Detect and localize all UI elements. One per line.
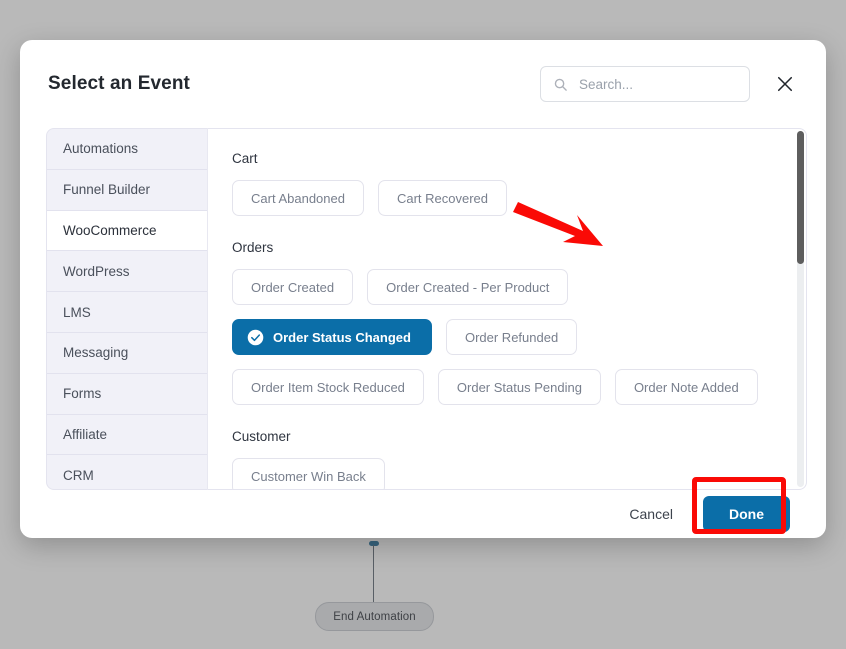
event-chip-order-created-per-product[interactable]: Order Created - Per Product xyxy=(367,269,569,305)
event-chip-label: Order Created xyxy=(251,279,335,295)
event-chip-label: Order Item Stock Reduced xyxy=(251,379,405,395)
event-chip-customer-win-back[interactable]: Customer Win Back xyxy=(232,458,385,489)
event-chip-order-item-stock-reduced[interactable]: Order Item Stock Reduced xyxy=(232,369,424,405)
event-chip-order-created[interactable]: Order Created xyxy=(232,269,354,305)
events-scroll-area: Cart Cart Abandoned Cart Recovered Orders Or… xyxy=(208,129,806,489)
event-chip-order-refunded[interactable]: Order Refunded xyxy=(445,319,578,355)
sidebar-item-funnel-builder[interactable]: Funnel Builder xyxy=(47,170,207,211)
select-event-modal: Select an Event Automations Funnel Builde… xyxy=(20,40,826,538)
event-chip-label: Order Status Pending xyxy=(456,379,582,395)
group-title: Cart xyxy=(232,151,258,166)
sidebar-item-crm[interactable]: CRM xyxy=(47,455,207,489)
sidebar-item-label: WordPress xyxy=(63,263,130,279)
check-circle-icon xyxy=(247,329,264,345)
event-chip-label: Order Created - Per Product xyxy=(386,279,550,295)
scrollbar-thumb[interactable] xyxy=(797,131,804,264)
event-chip-row: Customer Win Back xyxy=(232,458,780,489)
event-chip-order-note-added[interactable]: Order Note Added xyxy=(614,369,758,405)
event-chip-label: Cart Abandoned xyxy=(251,190,345,206)
sidebar-item-messaging[interactable]: Messaging xyxy=(47,333,207,374)
close-button[interactable] xyxy=(772,71,798,97)
close-icon xyxy=(777,76,793,92)
sidebar-item-wordpress[interactable]: WordPress xyxy=(47,251,207,293)
event-chip-label: Order Refunded xyxy=(464,329,559,345)
event-chip-cart-abandoned[interactable]: Cart Abandoned xyxy=(232,180,364,216)
sidebar-item-woocommerce[interactable]: WooCommerce xyxy=(47,210,207,252)
event-chip-cart-recovered[interactable]: Cart Recovered xyxy=(377,180,508,216)
sidebar-item-label: Messaging xyxy=(63,345,129,361)
sidebar-item-label: WooCommerce xyxy=(63,222,157,238)
sidebar-item-automations[interactable]: Automations xyxy=(47,129,207,170)
event-chip-label: Order Status Changed xyxy=(273,329,411,345)
event-chip-row: Cart Abandoned Cart Recovered xyxy=(232,180,780,216)
search-icon xyxy=(554,78,567,91)
sidebar-item-forms[interactable]: Forms xyxy=(47,374,207,415)
sidebar-item-label: LMS xyxy=(63,304,91,320)
sidebar-item-label: Affiliate xyxy=(63,426,108,442)
done-button[interactable]: Done xyxy=(703,496,790,532)
search-box[interactable] xyxy=(540,66,750,102)
modal-header: Select an Event xyxy=(20,40,826,128)
sidebar-item-affiliate[interactable]: Affiliate xyxy=(47,415,207,456)
sidebar-item-label: Automations xyxy=(63,141,139,157)
events-panel: Cart Cart Abandoned Cart Recovered Orders Or… xyxy=(207,128,807,490)
event-chip-label: Cart Recovered xyxy=(396,190,489,206)
page-title: Select an Event xyxy=(48,73,190,94)
scrollbar-track[interactable] xyxy=(797,131,804,487)
modal-body: Automations Funnel Builder WooCommerce Word… xyxy=(20,128,826,490)
event-chip-order-status-changed[interactable]: Order Status Changed xyxy=(232,319,432,355)
event-chip-label: Order Note Added xyxy=(633,379,739,395)
group-title: Customer xyxy=(232,429,291,444)
group-title: Orders xyxy=(232,240,274,255)
modal-footer: Cancel Done xyxy=(20,490,826,538)
event-chip-row: Order Created Order Created - Per Product… xyxy=(232,269,780,405)
search-input[interactable] xyxy=(577,75,737,93)
sidebar-item-label: Funnel Builder xyxy=(63,182,151,198)
sidebar-item-label: Forms xyxy=(63,386,102,402)
event-chip-label: Customer Win Back xyxy=(251,468,366,484)
cancel-button[interactable]: Cancel xyxy=(619,500,683,528)
category-sidebar: Automations Funnel Builder WooCommerce Word… xyxy=(46,128,207,490)
sidebar-item-label: CRM xyxy=(63,467,94,483)
event-chip-order-status-pending[interactable]: Order Status Pending xyxy=(437,369,601,405)
sidebar-item-lms[interactable]: LMS xyxy=(47,292,207,333)
